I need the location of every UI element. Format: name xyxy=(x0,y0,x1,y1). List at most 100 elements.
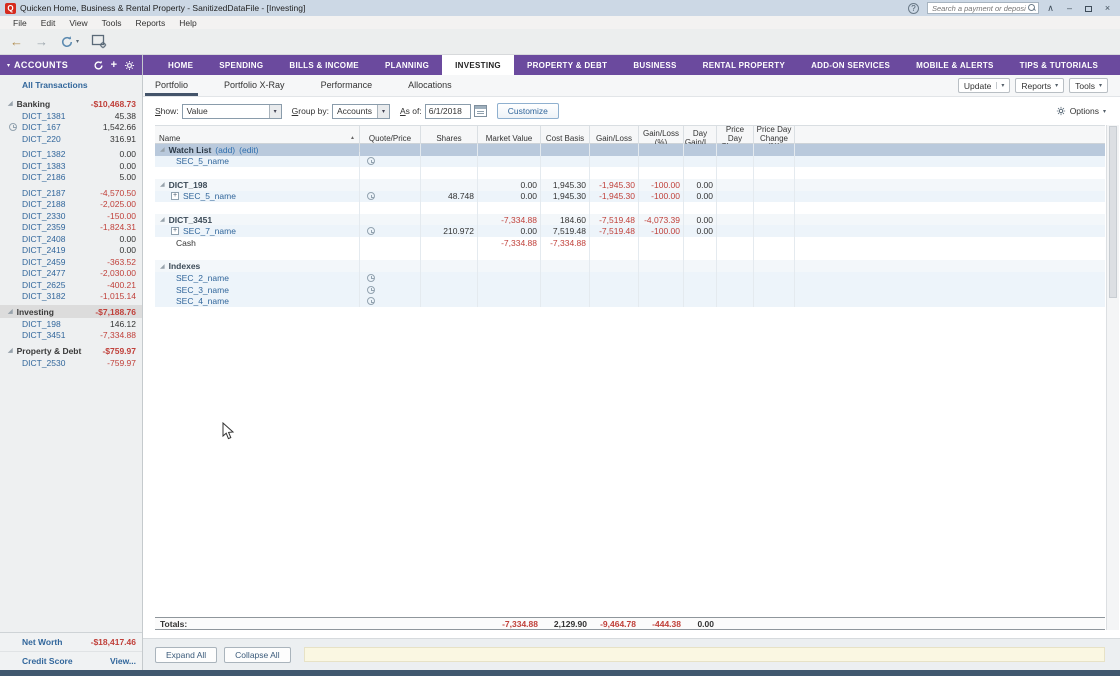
help-icon[interactable]: ? xyxy=(908,3,919,14)
expand-plus-icon[interactable]: + xyxy=(171,192,179,200)
security-name[interactable]: SEC_2_name xyxy=(176,273,229,283)
security-name[interactable]: SEC_4_name xyxy=(176,296,229,306)
search-input[interactable] xyxy=(930,3,1028,14)
subtab-portfolio[interactable]: Portfolio xyxy=(155,76,188,95)
table-row-sec-3-name[interactable]: SEC_3_name xyxy=(155,284,1105,296)
table-row-sec-7-name[interactable]: +SEC_7_name210.9720.007,519.48-7,519.48-… xyxy=(155,225,1105,237)
back-button[interactable]: ← xyxy=(10,35,23,48)
as-of-date-field[interactable]: 6/1/2018 xyxy=(425,104,471,119)
nav-tab-rental-property[interactable]: RENTAL PROPERTY xyxy=(690,55,798,75)
credit-score-view-link[interactable]: View... xyxy=(110,656,136,666)
sidebar-account-dict-3451[interactable]: DICT_3451-7,334.88 xyxy=(0,330,142,342)
menu-reports[interactable]: Reports xyxy=(128,18,172,28)
vertical-scrollbar[interactable] xyxy=(1106,125,1119,630)
sidebar-account-dict-2477[interactable]: DICT_2477-2,030.00 xyxy=(0,268,142,280)
nav-tab-bills-income[interactable]: BILLS & INCOME xyxy=(276,55,372,75)
column-header-name[interactable]: Name▲ xyxy=(155,126,360,152)
subtab-allocations[interactable]: Allocations xyxy=(408,76,452,95)
table-row-sec-4-name[interactable]: SEC_4_name xyxy=(155,295,1105,307)
expand-plus-icon[interactable]: + xyxy=(171,227,179,235)
sidebar-account-dict-1382[interactable]: DICT_13820.00 xyxy=(0,149,142,161)
subtab-performance[interactable]: Performance xyxy=(321,76,373,95)
table-row-dict-3451[interactable]: ◢DICT_3451-7,334.88184.60-7,519.48-4,073… xyxy=(155,214,1105,226)
credit-score-row[interactable]: Credit Score View... xyxy=(0,651,142,670)
forward-button[interactable]: → xyxy=(35,35,48,48)
nav-tab-add-on-services[interactable]: ADD-ON SERVICES xyxy=(798,55,903,75)
table-row-cash[interactable]: Cash-7,334.88-7,334.88 xyxy=(155,237,1105,249)
sidebar-account-dict-2187[interactable]: DICT_2187-4,570.50 xyxy=(0,187,142,199)
sidebar-group-property-debt[interactable]: ◢Property & Debt-$759.97 xyxy=(0,344,142,357)
nav-tab-spending[interactable]: SPENDING xyxy=(206,55,276,75)
chevron-up-icon[interactable]: ∧ xyxy=(1043,1,1058,15)
options-menu[interactable]: Options ▾ xyxy=(1056,106,1106,116)
sidebar-account-dict-2625[interactable]: DICT_2625-400.21 xyxy=(0,279,142,291)
subtab-portfolio-x-ray[interactable]: Portfolio X-Ray xyxy=(224,76,285,95)
minimize-button[interactable]: – xyxy=(1062,1,1077,15)
nav-tab-home[interactable]: HOME xyxy=(155,55,206,75)
sidebar-account-dict-2330[interactable]: DICT_2330-150.00 xyxy=(0,210,142,222)
sidebar-account-dict-2188[interactable]: DICT_2188-2,025.00 xyxy=(0,199,142,211)
table-row-sec-5-name[interactable]: +SEC_5_name48.7480.001,945.30-1,945.30-1… xyxy=(155,191,1105,203)
expand-all-button[interactable]: Expand All xyxy=(155,647,217,663)
sidebar-account-dict-220[interactable]: DICT_220316.91 xyxy=(0,133,142,145)
nav-tab-business[interactable]: BUSINESS xyxy=(620,55,689,75)
sidebar-account-dict-2359[interactable]: DICT_2359-1,824.31 xyxy=(0,222,142,234)
security-name[interactable]: SEC_3_name xyxy=(176,285,229,295)
button-update[interactable]: Update▾ xyxy=(958,78,1010,93)
collapse-triangle-icon[interactable]: ◢ xyxy=(160,181,165,188)
sidebar-account-dict-2459[interactable]: DICT_2459-363.52 xyxy=(0,256,142,268)
group-by-dropdown[interactable]: Accounts ▾ xyxy=(332,104,390,119)
sidebar-account-dict-2530[interactable]: DICT_2530-759.97 xyxy=(0,357,142,369)
table-row-sec-2-name[interactable]: SEC_2_name xyxy=(155,272,1105,284)
security-name[interactable]: SEC_7_name xyxy=(183,226,236,236)
gear-icon[interactable] xyxy=(124,60,135,71)
nav-tab-investing[interactable]: INVESTING xyxy=(442,55,514,75)
menu-edit[interactable]: Edit xyxy=(34,18,63,28)
refresh-accounts-icon[interactable] xyxy=(93,60,104,71)
restore-button[interactable] xyxy=(1081,1,1096,15)
close-button[interactable]: × xyxy=(1100,1,1115,15)
add-account-icon[interactable]: + xyxy=(111,60,117,70)
sidebar-account-dict-1383[interactable]: DICT_13830.00 xyxy=(0,160,142,172)
nav-tab-mobile-alerts[interactable]: MOBILE & ALERTS xyxy=(903,55,1007,75)
sidebar-account-dict-198[interactable]: DICT_198146.12 xyxy=(0,318,142,330)
menu-help[interactable]: Help xyxy=(172,18,203,28)
scrollbar-thumb[interactable] xyxy=(1109,126,1117,298)
menu-file[interactable]: File xyxy=(6,18,34,28)
sidebar-account-dict-3182[interactable]: DICT_3182-1,015.14 xyxy=(0,291,142,303)
security-name[interactable]: SEC_5_name xyxy=(176,156,229,166)
sidebar-account-dict-2408[interactable]: DICT_24080.00 xyxy=(0,233,142,245)
button-tools[interactable]: Tools▾ xyxy=(1069,78,1108,93)
reports-window-icon[interactable] xyxy=(91,34,107,49)
calendar-icon[interactable] xyxy=(474,105,487,117)
chevron-down-icon[interactable]: ▾ xyxy=(377,105,389,118)
show-dropdown[interactable]: Value ▾ xyxy=(182,104,282,119)
menu-view[interactable]: View xyxy=(62,18,94,28)
one-step-update-button[interactable]: ▾ xyxy=(60,35,79,49)
nav-tab-property-debt[interactable]: PROPERTY & DEBT xyxy=(514,55,620,75)
menu-tools[interactable]: Tools xyxy=(95,18,129,28)
sidebar-account-dict-2419[interactable]: DICT_24190.00 xyxy=(0,245,142,257)
sidebar-account-dict-1381[interactable]: DICT_138145.38 xyxy=(0,110,142,122)
button-reports[interactable]: Reports▾ xyxy=(1015,78,1064,93)
search-icon[interactable] xyxy=(1028,4,1036,12)
chevron-down-icon[interactable]: ▾ xyxy=(269,105,281,118)
table-row-indexes[interactable]: ◢Indexes xyxy=(155,260,1105,272)
nav-tab-tips-tutorials[interactable]: TIPS & TUTORIALS xyxy=(1007,55,1111,75)
collapse-triangle-icon[interactable]: ◢ xyxy=(160,216,165,223)
collapse-all-button[interactable]: Collapse All xyxy=(224,647,290,663)
table-row-dict-198[interactable]: ◢DICT_1980.001,945.30-1,945.30-100.000.0… xyxy=(155,179,1105,191)
nav-tab-planning[interactable]: PLANNING xyxy=(372,55,442,75)
collapse-triangle-icon[interactable]: ◢ xyxy=(160,263,165,270)
table-row-sec-5-name[interactable]: SEC_5_name xyxy=(155,156,1105,168)
sidebar-group-banking[interactable]: ◢Banking-$10,468.73 xyxy=(0,97,142,110)
security-name[interactable]: SEC_5_name xyxy=(183,191,236,201)
customize-button[interactable]: Customize xyxy=(497,103,559,119)
global-search-box[interactable] xyxy=(927,2,1039,14)
sidebar-account-dict-2186[interactable]: DICT_21865.00 xyxy=(0,172,142,184)
collapse-caret-icon[interactable]: ▾ xyxy=(7,62,10,69)
sidebar-account-dict-167[interactable]: DICT_1671,542.66 xyxy=(0,122,142,134)
net-worth-row[interactable]: Net Worth -$18,417.46 xyxy=(0,633,142,651)
sidebar-group-investing[interactable]: ◢Investing-$7,188.76 xyxy=(0,305,142,318)
all-transactions-link[interactable]: All Transactions xyxy=(0,78,142,94)
